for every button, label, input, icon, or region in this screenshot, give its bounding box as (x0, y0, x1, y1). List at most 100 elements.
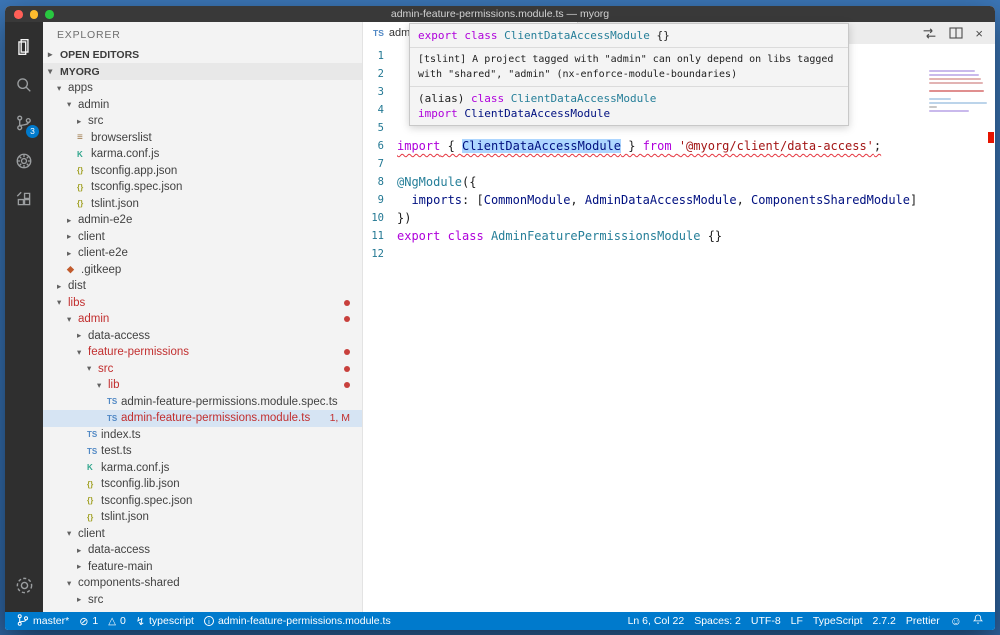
modified-dot-badge (344, 382, 350, 388)
tree-file-admin-feature-permissions.module.ts[interactable]: TSadmin-feature-permissions.module.ts1, … (43, 410, 362, 427)
tree-folder-client[interactable]: ▸client (43, 229, 362, 246)
extensions-icon[interactable] (5, 180, 43, 218)
code-line-11[interactable]: 11export class AdminFeaturePermissionsMo… (363, 227, 995, 245)
tree-item-label: admin-feature-permissions.module.ts (121, 412, 310, 424)
code-area[interactable]: 1234 ';56import { ClientDataAccessModule… (363, 44, 995, 612)
minimize-window-button[interactable] (30, 10, 39, 19)
status-formatter[interactable]: Prettier (901, 612, 945, 630)
status-active-file-info[interactable]: iadmin-feature-permissions.module.ts (199, 612, 396, 630)
minimap-line (929, 78, 981, 80)
tree-folder-dist[interactable]: ▸dist (43, 278, 362, 295)
status-eol[interactable]: LF (786, 612, 808, 630)
zoom-window-button[interactable] (45, 10, 54, 19)
status-language-mode[interactable]: TypeScript (808, 612, 868, 630)
tree-folder-data-access[interactable]: ▸data-access (43, 542, 362, 559)
tree-file-tsconfig.app.json[interactable]: {}tsconfig.app.json (43, 163, 362, 180)
json-file-icon: {} (87, 513, 101, 522)
chevron-down-icon: ▾ (67, 578, 78, 589)
code-line-8[interactable]: 8@NgModule({ (363, 173, 995, 191)
tree-folder-feature-permissions[interactable]: ▾feature-permissions (43, 344, 362, 361)
tree-item-label: browserslist (91, 132, 152, 144)
tree-item-label: src (88, 594, 103, 606)
tree-file-test.ts[interactable]: TStest.ts (43, 443, 362, 460)
code-line-12[interactable]: 12 (363, 245, 995, 263)
tree-folder-feature-main[interactable]: ▸feature-main (43, 559, 362, 576)
line-content: }) (397, 209, 411, 227)
tree-folder-components-shared[interactable]: ▾components-shared (43, 575, 362, 592)
tree-folder-client[interactable]: ▾client (43, 526, 362, 543)
tree-file-karma.conf.js[interactable]: Kkarma.conf.js (43, 460, 362, 477)
karma-file-icon: K (87, 463, 101, 472)
title-bar[interactable]: admin-feature-permissions.module.ts — my… (5, 6, 995, 22)
tree-folder-admin[interactable]: ▾admin (43, 311, 362, 328)
split-editor-icon[interactable] (949, 27, 963, 39)
tree-file-tslint.json[interactable]: {}tslint.json (43, 509, 362, 526)
tree-folder-lib[interactable]: ▾lib (43, 377, 362, 394)
browserslist-file-icon: ≡ (77, 132, 91, 143)
tree-file-admin-feature-permissions.module.spec.ts[interactable]: TSadmin-feature-permissions.module.spec.… (43, 394, 362, 411)
status-errors[interactable]: ⊘1 (74, 612, 103, 630)
open-changes-icon[interactable] (922, 27, 937, 40)
tree-folder-admin[interactable]: ▾admin (43, 97, 362, 114)
tree-folder-src[interactable]: ▸src (43, 592, 362, 609)
status-indentation[interactable]: Spaces: 2 (689, 612, 746, 630)
code-line-10[interactable]: 10}) (363, 209, 995, 227)
status-bar-right: Ln 6, Col 22Spaces: 2UTF-8LF TypeScript 2.… (623, 612, 989, 630)
tree-file-browserslist[interactable]: ≡browserslist (43, 130, 362, 147)
status-tslint-status[interactable]: ↯typescript (131, 612, 199, 630)
status-ts-version[interactable]: 2.7.2 (868, 612, 901, 630)
status-warnings[interactable]: △0 (103, 612, 131, 630)
status-encoding[interactable]: UTF-8 (746, 612, 786, 630)
tree-item-label: test.ts (101, 445, 132, 457)
source-control-icon[interactable]: 3 (5, 104, 43, 142)
tree-file-tslint.json[interactable]: {}tslint.json (43, 196, 362, 213)
code-token: AdminFeaturePermissionsModule (491, 229, 701, 243)
tree-file-tsconfig.spec.json[interactable]: {}tsconfig.spec.json (43, 493, 362, 510)
explorer-icon[interactable] (5, 28, 43, 66)
settings-gear-icon[interactable] (5, 566, 43, 604)
bell-icon (972, 613, 984, 629)
tree-folder-admin-e2e[interactable]: ▸admin-e2e (43, 212, 362, 229)
close-window-button[interactable] (14, 10, 23, 19)
tree-file-tsconfig.lib.json[interactable]: {}tsconfig.lib.json (43, 476, 362, 493)
tree-file-index.ts[interactable]: TSindex.ts (43, 427, 362, 444)
code-token: ClientDataAccessModule (504, 29, 650, 42)
modified-dot-badge (344, 300, 350, 306)
plugin-icon[interactable] (5, 142, 43, 180)
status-label: TypeScript (813, 615, 863, 627)
chevron-right-icon: ▸ (77, 330, 88, 341)
status-feedback[interactable]: ☺ (945, 612, 967, 630)
status-git-branch[interactable]: master* (11, 612, 74, 630)
tree-folder-apps[interactable]: ▾apps (43, 80, 362, 97)
warning-icon: △ (108, 615, 116, 627)
line-number: 6 (363, 137, 397, 155)
code-line-7[interactable]: 7 (363, 155, 995, 173)
line-number: 2 (363, 65, 397, 83)
minimap[interactable] (929, 70, 985, 118)
open-editors-section[interactable]: ▸ OPEN EDITORS (43, 46, 362, 63)
tree-folder-libs[interactable]: ▾libs (43, 295, 362, 312)
tree-folder-src[interactable]: ▾src (43, 361, 362, 378)
minimap-line (929, 70, 975, 72)
code-token: imports (411, 193, 462, 207)
tree-file-.gitkeep[interactable]: ◆.gitkeep (43, 262, 362, 279)
tree-folder-data-access[interactable]: ▸data-access (43, 328, 362, 345)
tree-folder-src[interactable]: ▸src (43, 113, 362, 130)
tree-file-karma.conf.js[interactable]: Kkarma.conf.js (43, 146, 362, 163)
tree-folder-client-e2e[interactable]: ▸client-e2e (43, 245, 362, 262)
code-line-9[interactable]: 9 imports: [CommonModule, AdminDataAcces… (363, 191, 995, 209)
tree-file-tsconfig.spec.json[interactable]: {}tsconfig.spec.json (43, 179, 362, 196)
search-icon[interactable] (5, 66, 43, 104)
status-cursor-position[interactable]: Ln 6, Col 22 (623, 612, 690, 630)
smiley-icon: ☺ (950, 614, 962, 628)
code-token: }) (397, 211, 411, 225)
project-section-myorg[interactable]: ▾ MYORG (43, 63, 362, 80)
modified-dot-badge (344, 366, 350, 372)
tree-item-label: feature-main (88, 561, 153, 573)
tree-item-label: admin-e2e (78, 214, 132, 226)
explorer-sidebar: EXPLORER ▸ OPEN EDITORS ▾ MYORG ▾apps▾ad… (43, 22, 362, 612)
status-notifications[interactable] (967, 612, 989, 630)
close-editor-icon[interactable]: × (975, 27, 983, 40)
code-line-6[interactable]: 6import { ClientDataAccessModule } from … (363, 137, 995, 155)
json-file-icon: {} (87, 496, 101, 505)
